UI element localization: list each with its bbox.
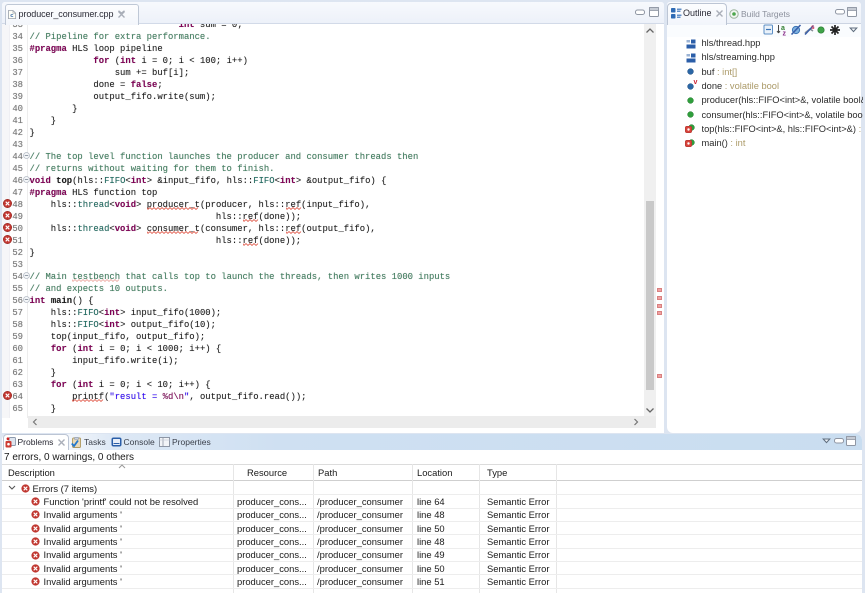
svg-text:s: s bbox=[811, 24, 815, 31]
svg-text:z: z bbox=[783, 31, 787, 37]
